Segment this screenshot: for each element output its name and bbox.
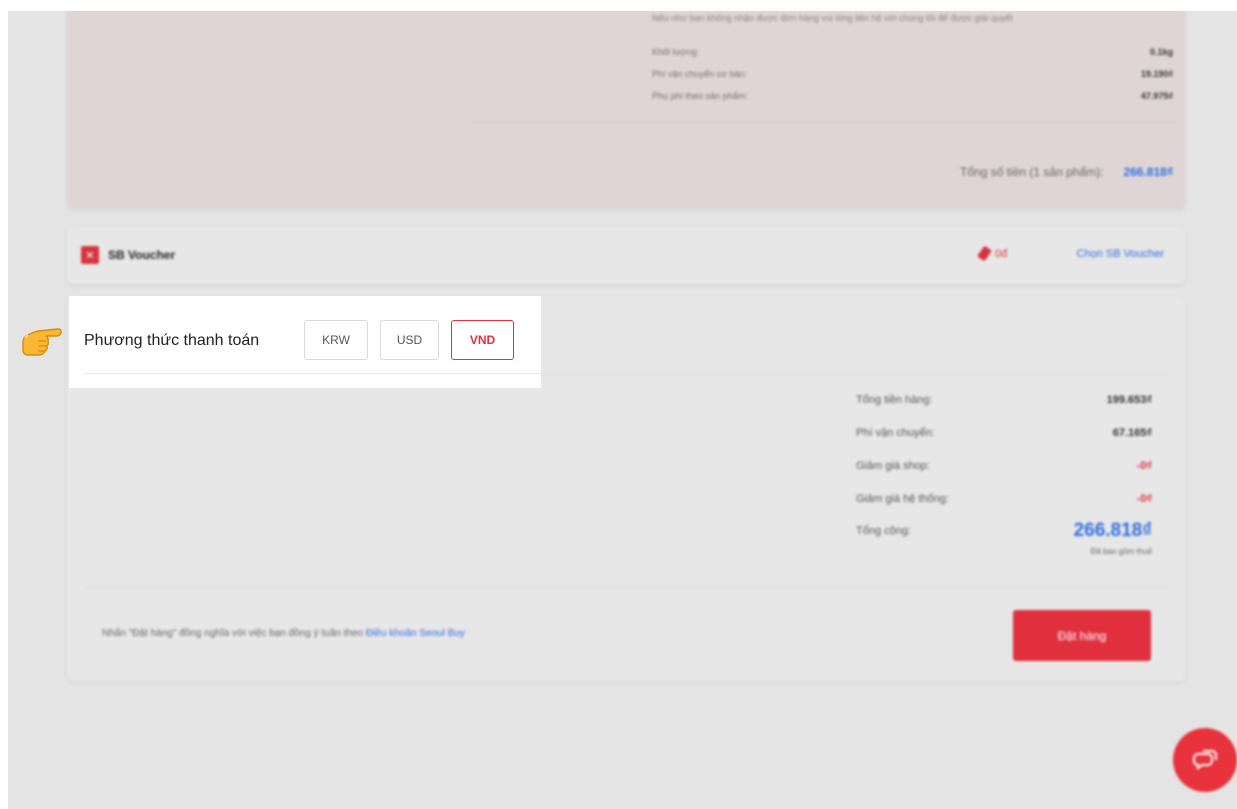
summary-label: Giảm giá shop: bbox=[856, 460, 930, 472]
pointing-hand-icon bbox=[22, 328, 62, 356]
voucher-logo-icon: ✕ bbox=[81, 246, 99, 264]
grand-total: 266.818₫ bbox=[1073, 520, 1152, 541]
product-total-label: Tổng số tiền (1 sản phẩm): bbox=[960, 165, 1104, 179]
summary-value: 67.165₫ bbox=[1112, 427, 1152, 439]
summary-value: 199.653₫ bbox=[1106, 394, 1152, 406]
choose-voucher-link[interactable]: Chọn SB Voucher bbox=[1077, 248, 1164, 260]
voucher-discount-value: 0đ bbox=[995, 247, 1008, 260]
payment-method-title: Phương thức thanh toán bbox=[84, 332, 260, 349]
fee-row-product-surcharge: Phụ phí theo sản phẩm: 47.975₫ bbox=[652, 91, 1173, 101]
terms-label: Nhấn "Đặt hàng" đồng nghĩa với việc bạn … bbox=[102, 628, 364, 639]
summary-value: -0₫ bbox=[1136, 493, 1152, 505]
voucher-card: ✕ SB Voucher 0đ Chọn SB Voucher bbox=[67, 227, 1185, 284]
divider bbox=[84, 373, 541, 374]
terms-link[interactable]: Điều khoản Seoul Buy bbox=[366, 628, 465, 639]
fee-label: Phụ phí theo sản phẩm: bbox=[652, 91, 748, 101]
summary-label: Phí vận chuyển: bbox=[856, 427, 935, 439]
checkout-screen: Nếu như bạn không nhận được đơn hàng vui… bbox=[8, 11, 1237, 809]
divider bbox=[84, 587, 1168, 588]
summary-row-system-discount: Giảm giá hệ thống: -0₫ bbox=[856, 493, 1152, 505]
product-total-value: 266.818₫ bbox=[1123, 165, 1173, 179]
currency-vnd-button[interactable]: VND bbox=[451, 320, 514, 360]
currency-krw-button[interactable]: KRW bbox=[304, 320, 368, 360]
summary-label: Giảm giá hệ thống: bbox=[856, 493, 949, 505]
fee-label: Phí vận chuyển cơ bản: bbox=[652, 69, 747, 79]
summary-label: Tổng cộng: bbox=[856, 525, 912, 537]
product-summary-card: Nếu như bạn không nhận được đơn hàng vui… bbox=[67, 11, 1185, 208]
currency-usd-button[interactable]: USD bbox=[380, 320, 439, 360]
summary-row-shipping: Phí vận chuyển: 67.165₫ bbox=[856, 427, 1152, 439]
chat-button[interactable] bbox=[1173, 728, 1237, 792]
fee-value: 19.190₫ bbox=[1140, 69, 1173, 79]
tag-icon bbox=[977, 245, 992, 262]
summary-value: -0₫ bbox=[1136, 460, 1152, 472]
summary-label: Tổng tiền hàng: bbox=[856, 394, 933, 406]
order-note: Nếu như bạn không nhận được đơn hàng vui… bbox=[652, 13, 1013, 23]
chat-bubble-icon bbox=[1193, 750, 1217, 770]
place-order-button[interactable]: Đặt hàng bbox=[1013, 610, 1151, 661]
vat-note: Đã bao gồm thuế bbox=[1090, 547, 1152, 556]
voucher-discount: 0đ bbox=[977, 245, 1008, 262]
fee-label: Khối lượng: bbox=[652, 47, 699, 57]
summary-row-subtotal: Tổng tiền hàng: 199.653₫ bbox=[856, 394, 1152, 406]
terms-text: Nhấn "Đặt hàng" đồng nghĩa với việc bạn … bbox=[102, 628, 465, 639]
payment-method-panel: Phương thức thanh toán KRW USD VND bbox=[69, 296, 541, 388]
divider bbox=[471, 122, 1175, 123]
summary-row-shop-discount: Giảm giá shop: -0₫ bbox=[856, 460, 1152, 472]
fee-value: 0.1kg bbox=[1149, 47, 1173, 57]
fee-row-base-shipping: Phí vận chuyển cơ bản: 19.190₫ bbox=[652, 69, 1173, 79]
fee-value: 47.975₫ bbox=[1140, 91, 1173, 101]
product-total-line: Tổng số tiền (1 sản phẩm): 266.818₫ bbox=[960, 165, 1173, 179]
voucher-title: SB Voucher bbox=[108, 248, 176, 262]
fee-row-weight: Khối lượng: 0.1kg bbox=[652, 47, 1173, 57]
